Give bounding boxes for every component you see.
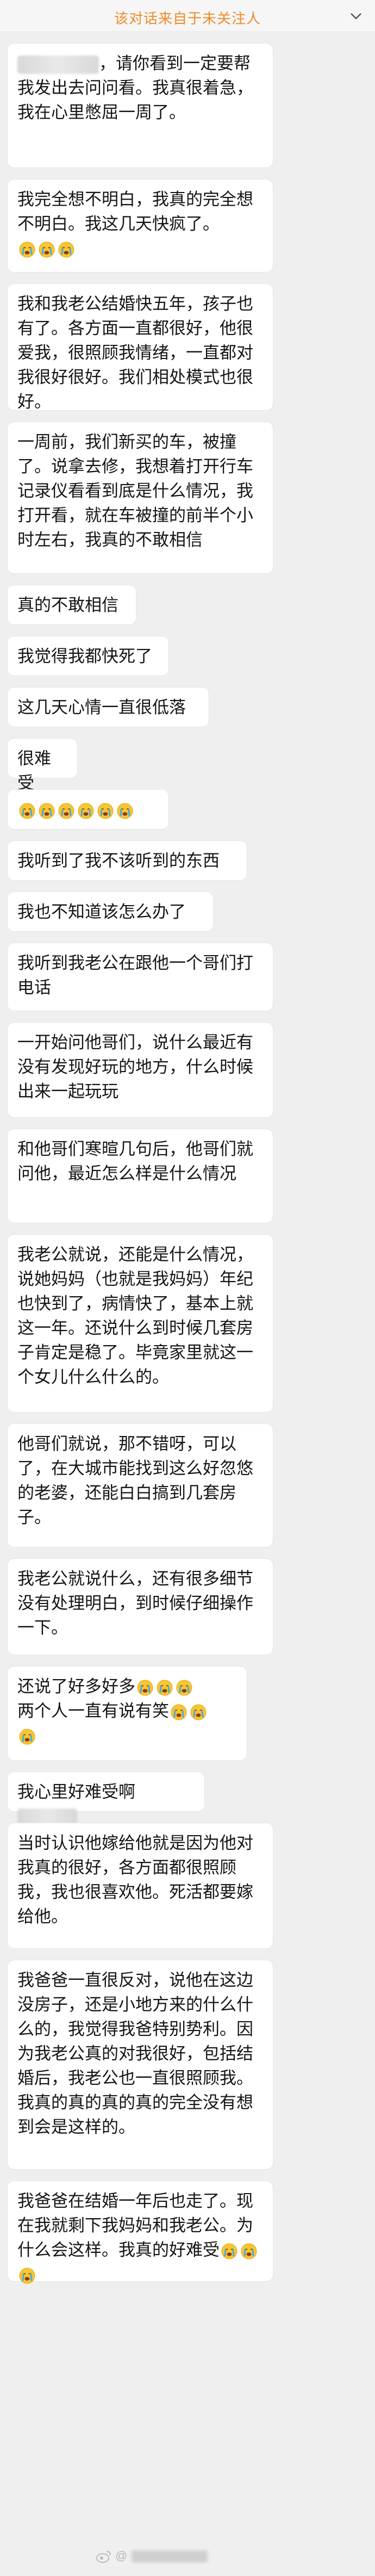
- crying-face-icon: [19, 803, 35, 819]
- message-bubble[interactable]: 我听到了我不该听到的东西: [8, 841, 247, 880]
- watermark: @: [96, 2549, 302, 2571]
- emoji-row: [17, 797, 159, 822]
- message-bubble[interactable]: 真的不敢相信: [8, 585, 136, 624]
- message-bubble[interactable]: 我爸爸一直很反对，说他在这边没房子，还是小地方来的什么什么的，我觉得我爸特别势利…: [8, 1960, 273, 2169]
- message-text: 还说了好多好多: [17, 1677, 135, 1696]
- crying-face-icon: [190, 1704, 207, 1720]
- message-text: 我和我老公结婚快五年，孩子也有了。各方面一直都很好，他很爱我，很照顾我情绪，一直…: [17, 294, 253, 411]
- crying-face-icon: [19, 2268, 35, 2284]
- message-text: 很难受: [17, 749, 51, 792]
- message-text: 这几天心情一直很低落: [17, 698, 186, 717]
- message-bubble[interactable]: 很难受: [8, 739, 77, 792]
- message-bubble[interactable]: 和他哥们寒暄几句后，他哥们就问他，最近怎么样是什么情况: [8, 1129, 273, 1223]
- message-text: 我也不知道该怎么办了: [17, 902, 186, 921]
- message-text: 我觉得我都快死了: [17, 647, 152, 666]
- message-bubble[interactable]: 我老公就说什么，还有很多细节没有处理明白，到时候仔细操作一下。: [8, 1559, 273, 1655]
- message-text: 我老公就说，还能是什么情况，说她妈妈（也就是我妈妈）年纪也快到了，病情快了，基本…: [17, 1245, 253, 1386]
- chevron-down-icon[interactable]: [348, 8, 364, 24]
- message-bubble[interactable]: 我觉得我都快死了: [8, 636, 168, 676]
- message-bubble[interactable]: ，请你看到一定要帮我发出去问问看。我真很着急，我在心里憋屈一周了。: [8, 44, 273, 168]
- message-bubble[interactable]: 一周前，我们新买的车，被撞了。说拿去修，我想着打开行车记录仪看看到底是什么情况，…: [8, 422, 273, 573]
- message-bubble[interactable]: 我心里好难受啊: [8, 1772, 204, 1827]
- crying-face-icon: [97, 803, 114, 819]
- emoji-row: [17, 1723, 237, 1748]
- crying-face-icon: [39, 242, 55, 258]
- message-text: 真的不敢相信: [17, 596, 118, 615]
- message-bubble[interactable]: 我老公就说，还能是什么情况，说她妈妈（也就是我妈妈）年纪也快到了，病情快了，基本…: [8, 1235, 273, 1412]
- message-bubble[interactable]: 我和我老公结婚快五年，孩子也有了。各方面一直都很好，他很爱我，很照顾我情绪，一直…: [8, 284, 273, 411]
- crying-face-icon: [171, 1704, 187, 1720]
- crying-face-icon: [39, 803, 55, 819]
- message-text: 我爸爸在结婚一年后也走了。现在我就剩下我妈妈和我老公。为什么会这样。我真的好难受: [17, 2191, 253, 2259]
- message-text: 我听到了我不该听到的东西: [17, 851, 220, 870]
- message-text: 我听到我老公在跟他一个哥们打电话: [17, 953, 253, 997]
- masked-text: [17, 55, 99, 74]
- message-text: 我完全想不明白，我真的完全想不明白。我这几天快疯了。: [17, 190, 253, 233]
- message-text: 他哥们就说，那不错呀，可以了，在大城市能找到这么好忽悠的老婆，还能白白搞到几套房…: [17, 1434, 253, 1527]
- message-bubble[interactable]: 我也不知道该怎么办了: [8, 892, 213, 931]
- conversation-notice-title: 该对话来自于未关注人: [114, 10, 261, 27]
- crying-face-icon: [117, 803, 133, 819]
- message-bubble[interactable]: 一开始问他哥们，说什么最近有没有发现好玩的地方，什么时候出来一起玩玩: [8, 1023, 273, 1117]
- top-bar: 该对话来自于未关注人: [0, 0, 375, 32]
- crying-face-icon: [221, 2243, 238, 2259]
- message-text: 和他哥们寒暄几句后，他哥们就问他，最近怎么样是什么情况: [17, 1140, 253, 1183]
- message-bubble[interactable]: 我听到我老公在跟他一个哥们打电话: [8, 943, 273, 1011]
- message-bubble[interactable]: 这几天心情一直很低落: [8, 688, 209, 727]
- emoji-row: [135, 1677, 194, 1696]
- emoji-row: [169, 1701, 208, 1720]
- masked-text: [132, 2550, 208, 2563]
- message-bubble[interactable]: 他哥们就说，那不错呀，可以了，在大城市能找到这么好忽悠的老婆，还能白白搞到几套房…: [8, 1424, 273, 1547]
- message-text: 一开始问他哥们，说什么最近有没有发现好玩的地方，什么时候出来一起玩玩: [17, 1033, 253, 1101]
- message-text: 我老公就说什么，还有很多细节没有处理明白，到时候仔细操作一下。: [17, 1569, 253, 1637]
- message-bubble[interactable]: 当时认识他嫁给他就是因为他对我真的很好，各方面都很照顾我，我也很喜欢他。死活都要…: [8, 1823, 273, 1948]
- crying-face-icon: [19, 1729, 35, 1745]
- message-bubble[interactable]: 我完全想不明白，我真的完全想不明白。我这几天快疯了。: [8, 179, 273, 272]
- message-bubble[interactable]: 还说了好多好多 两个人一直有说有笑: [8, 1667, 247, 1760]
- message-text: 一周前，我们新买的车，被撞了。说拿去修，我想着打开行车记录仪看看到底是什么情况，…: [17, 432, 253, 549]
- crying-face-icon: [19, 242, 35, 258]
- watermark-text: @: [115, 2549, 128, 2562]
- message-text: 我爸爸一直很反对，说他在这边没房子，还是小地方来的什么什么的，我觉得我爸特别势利…: [17, 1971, 253, 2137]
- message-text: 两个人一直有说有笑: [17, 1701, 169, 1720]
- message-text: 当时认识他嫁给他就是因为他对我真的很好，各方面都很照顾我，我也很喜欢他。死活都要…: [17, 1834, 253, 1926]
- crying-face-icon: [58, 803, 74, 819]
- crying-face-icon: [137, 1680, 153, 1696]
- message-bubble[interactable]: [8, 790, 168, 829]
- crying-face-icon: [58, 242, 74, 258]
- crying-face-icon: [241, 2243, 257, 2259]
- message-thread: ，请你看到一定要帮我发出去问问看。我真很着急，我在心里憋屈一周了。 我完全想不明…: [0, 44, 375, 2293]
- weibo-logo-icon: [96, 2551, 111, 2563]
- crying-face-icon: [176, 1680, 192, 1696]
- message-text: 我心里好难受啊: [17, 1782, 135, 1801]
- crying-face-icon: [157, 1680, 173, 1696]
- crying-face-icon: [78, 803, 94, 819]
- emoji-row: [17, 236, 263, 261]
- message-bubble[interactable]: 我爸爸在结婚一年后也走了。现在我就剩下我妈妈和我老公。为什么会这样。我真的好难受: [8, 2181, 273, 2284]
